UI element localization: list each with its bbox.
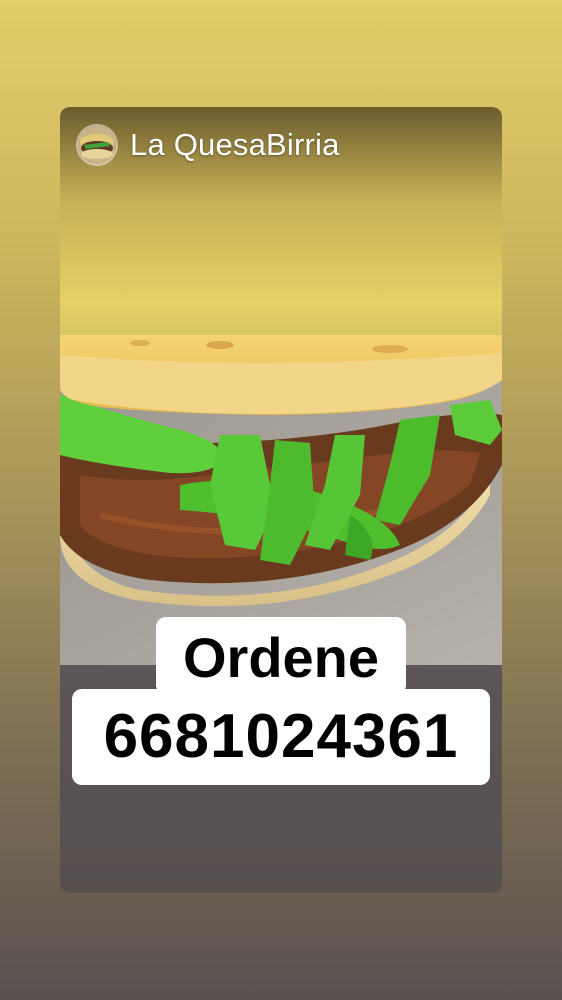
food-photo	[60, 335, 502, 665]
taco-avatar-icon	[78, 126, 116, 164]
order-label: Ordene	[156, 617, 406, 695]
phone-number: 6681024361	[72, 689, 490, 785]
account-name[interactable]: La QuesaBirria	[130, 127, 340, 163]
story-card[interactable]: La QuesaBirria 6681024361 Ordene	[60, 107, 502, 893]
story-header[interactable]: La QuesaBirria	[76, 123, 340, 167]
profile-avatar[interactable]	[76, 124, 118, 166]
